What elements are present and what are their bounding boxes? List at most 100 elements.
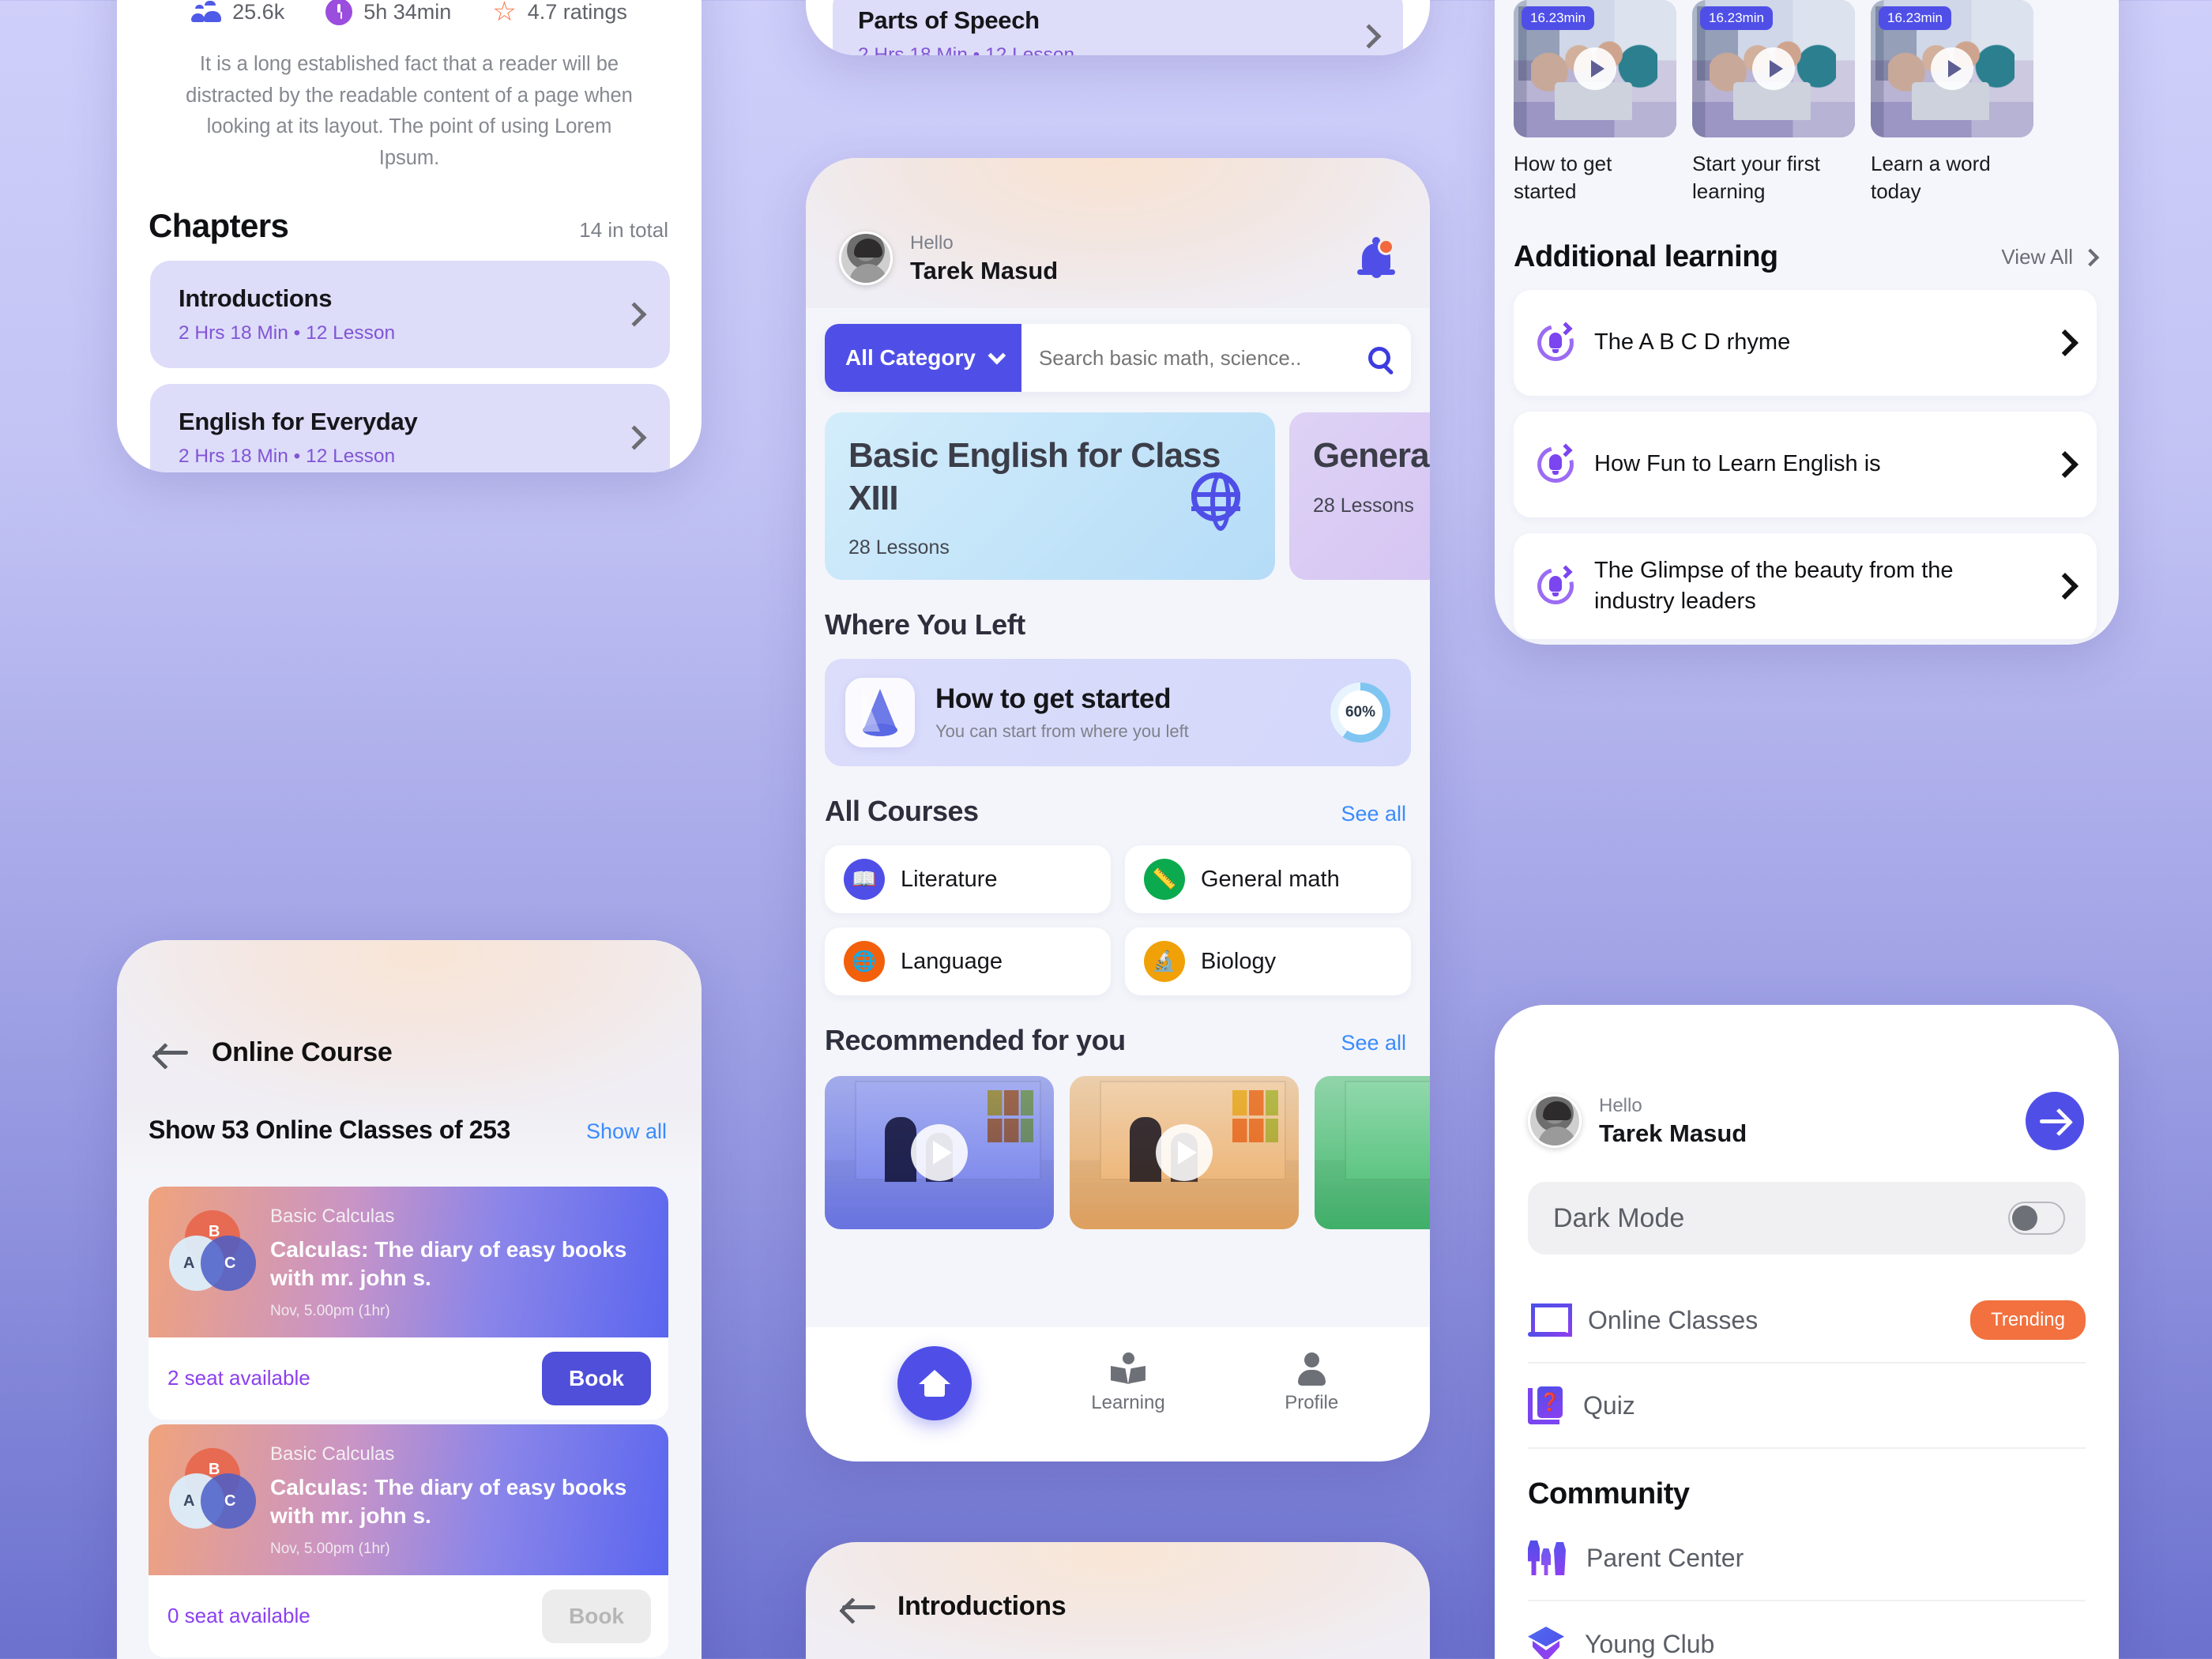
see-all-link[interactable]: See all — [1341, 802, 1406, 826]
category-card[interactable]: Basic English for Class XIII 28 Lessons — [825, 412, 1275, 581]
seat-availability: 0 seat available — [167, 1604, 310, 1628]
continue-subtitle: You can start from where you left — [935, 721, 1189, 742]
quiz-icon — [1528, 1386, 1563, 1424]
book-button[interactable]: Book — [542, 1589, 651, 1643]
video-carousel[interactable]: 16.23min How to get started 16.23min Sta… — [1495, 0, 2119, 205]
class-banner: B A C Basic Calculas Calculas: The diary… — [149, 1424, 668, 1575]
venn-label-c: C — [224, 1255, 236, 1272]
additional-learning-item[interactable]: The A B C D rhyme — [1514, 290, 2097, 397]
play-icon[interactable] — [1156, 1124, 1213, 1182]
tab-home[interactable] — [897, 1346, 972, 1420]
category-card-carousel[interactable]: Basic English for Class XIII 28 Lessons … — [825, 412, 1430, 581]
book-button[interactable]: Book — [542, 1351, 651, 1405]
search-icon[interactable] — [1368, 347, 1390, 369]
venn-diagram-icon: B A C — [169, 1447, 256, 1530]
recommended-video-card[interactable] — [1315, 1076, 1430, 1230]
stat-duration-value: 5h 34min — [363, 0, 452, 24]
class-time: Nov, 5.00pm (1hr) — [270, 1302, 390, 1319]
dark-mode-label: Dark Mode — [1553, 1202, 1685, 1233]
bell-icon[interactable] — [1357, 237, 1395, 278]
menu-item-online-classes[interactable]: Online Classes Trending — [1528, 1278, 2086, 1364]
venn-label-a: A — [183, 1255, 195, 1272]
class-count-row: Show 53 Online Classes of 253 Show all — [117, 1106, 702, 1182]
category-dropdown[interactable]: All Category — [825, 324, 1021, 392]
back-arrow-icon[interactable] — [155, 1041, 190, 1063]
introductions-header: Introductions — [806, 1542, 1430, 1622]
class-count-label: Show 53 Online Classes of 253 — [149, 1115, 510, 1144]
profile-header: Hello Tarek Masud — [1495, 1005, 2119, 1150]
arrow-right-icon[interactable] — [2026, 1092, 2084, 1150]
additional-learning-item[interactable]: The Glimpse of the beauty from the indus… — [1514, 533, 2097, 640]
category-card[interactable]: General Knowledge 28 Lessons — [1289, 412, 1430, 581]
course-pill-biology[interactable]: 🔬 Biology — [1125, 927, 1411, 996]
dark-mode-toggle[interactable] — [2008, 1202, 2065, 1235]
community-item-parent-center[interactable]: Parent Center — [1528, 1516, 2086, 1601]
class-footer: 0 seat available Book — [149, 1574, 668, 1657]
play-icon[interactable] — [1931, 47, 1973, 90]
class-card[interactable]: B A C Basic Calculas Calculas: The diary… — [149, 1187, 668, 1420]
chevron-right-icon — [1356, 24, 1382, 49]
video-thumbnail[interactable]: 16.23min — [1514, 0, 1676, 137]
search-input[interactable] — [1038, 345, 1360, 371]
class-title: Calculas: The diary of easy books with m… — [270, 1237, 627, 1291]
video-thumbnail[interactable]: 16.23min — [1871, 0, 2033, 137]
idea-bulb-icon — [1530, 318, 1581, 368]
chapter-row[interactable]: English for Everyday 2 Hrs 18 Min • 12 L… — [150, 384, 670, 472]
learning-icon — [1111, 1352, 1146, 1384]
recommended-video-card[interactable] — [1070, 1076, 1299, 1230]
course-pill-language[interactable]: 🌐 Language — [825, 927, 1111, 996]
back-arrow-icon[interactable] — [842, 1596, 877, 1618]
introductions-panel: Introductions — [806, 1542, 1430, 1659]
page-title: Introductions — [897, 1591, 1066, 1621]
play-icon[interactable] — [1574, 47, 1616, 90]
tab-profile[interactable]: Profile — [1285, 1352, 1338, 1414]
view-all-label: View All — [2001, 245, 2073, 269]
course-pill-literature[interactable]: 📖 Literature — [825, 845, 1111, 914]
community-item-young-club[interactable]: Young Club — [1528, 1601, 2086, 1659]
see-all-link[interactable]: See all — [1341, 1031, 1406, 1055]
dark-mode-row[interactable]: Dark Mode — [1528, 1182, 2086, 1255]
course-pill-label: General math — [1201, 866, 1340, 892]
continue-title: How to get started — [935, 683, 1172, 715]
play-icon[interactable] — [911, 1124, 968, 1182]
recommended-video-card[interactable] — [825, 1076, 1054, 1230]
notification-badge — [1378, 239, 1394, 255]
stat-duration: 5h 34min — [325, 0, 451, 25]
learning-panel: 16.23min How to get started 16.23min Sta… — [1495, 0, 2119, 645]
community-item-label: Parent Center — [1586, 1543, 1744, 1572]
tab-learning[interactable]: Learning — [1091, 1352, 1165, 1414]
stat-rating: ☆ 4.7 ratings — [492, 0, 627, 25]
menu-item-quiz[interactable]: Quiz — [1528, 1364, 2086, 1449]
play-icon[interactable] — [1752, 47, 1795, 90]
video-item[interactable]: 16.23min Start your first learning — [1692, 0, 1855, 205]
chapter-row[interactable]: Introductions 2 Hrs 18 Min • 12 Lesson — [150, 261, 670, 369]
view-all-link[interactable]: View All — [2001, 245, 2100, 269]
course-description: It is a long established fact that a rea… — [186, 53, 633, 169]
continue-learning-card[interactable]: How to get started You can start from wh… — [825, 659, 1411, 767]
video-thumbnail[interactable]: 16.23min — [1692, 0, 1855, 137]
show-all-link[interactable]: Show all — [586, 1119, 667, 1144]
search-bar: All Category — [825, 324, 1411, 392]
user-block[interactable]: Hello Tarek Masud — [839, 231, 1058, 285]
tab-label: Learning — [1091, 1392, 1165, 1413]
page-title: Online Course — [212, 1036, 393, 1067]
video-item[interactable]: 16.23min How to get started — [1514, 0, 1676, 205]
recommended-header: Recommended for you See all — [825, 1024, 1406, 1057]
chapter-row[interactable]: Parts of Speech 2 Hrs 18 Min • 12 Lesson — [833, 0, 1403, 55]
chevron-right-icon — [2052, 573, 2078, 600]
section-title: Recommended for you — [825, 1024, 1126, 1057]
course-pill-general-math[interactable]: 📏 General math — [1125, 845, 1411, 914]
ruler-icon: 📏 — [1144, 859, 1185, 901]
additional-learning-label: The Glimpse of the beauty from the indus… — [1594, 557, 1954, 615]
additional-learning-item[interactable]: How Fun to Learn English is — [1514, 412, 2097, 518]
class-title: Calculas: The diary of easy books with m… — [270, 1474, 627, 1529]
user-block[interactable]: Hello Tarek Masud — [1528, 1094, 1747, 1148]
recommended-carousel[interactable] — [825, 1076, 1430, 1230]
video-item[interactable]: 16.23min Learn a word today — [1871, 0, 2033, 205]
class-card[interactable]: B A C Basic Calculas Calculas: The diary… — [149, 1424, 668, 1657]
course-category-grid: 📖 Literature 📏 General math 🌐 Language 🔬… — [825, 845, 1411, 996]
course-pill-label: Biology — [1201, 948, 1277, 974]
section-title: Where You Left — [825, 608, 1025, 641]
chevron-right-icon — [2081, 248, 2100, 267]
chevron-down-icon — [988, 346, 1006, 365]
